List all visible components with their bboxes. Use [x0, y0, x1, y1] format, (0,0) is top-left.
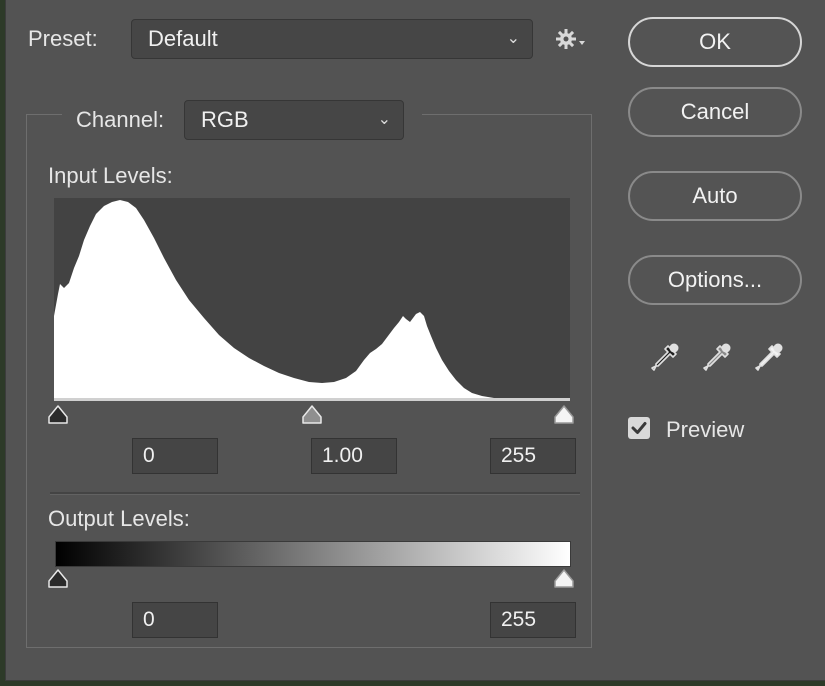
channel-label: Channel:	[76, 107, 165, 132]
section-divider	[50, 492, 580, 495]
ok-button[interactable]: OK	[628, 17, 802, 67]
gear-icon[interactable]	[556, 27, 592, 51]
output-white-field[interactable]: 255	[490, 602, 576, 638]
input-gamma-field[interactable]: 1.00	[311, 438, 397, 474]
histogram	[54, 198, 570, 401]
output-black-slider[interactable]	[47, 569, 69, 589]
preset-dropdown[interactable]: Default ⌄	[131, 19, 533, 59]
preview-checkbox[interactable]	[628, 417, 650, 439]
chevron-down-icon: ⌄	[506, 30, 520, 47]
input-white-slider[interactable]	[553, 405, 575, 425]
check-icon	[631, 422, 647, 434]
preset-value: Default	[148, 26, 218, 51]
eyedropper-gray-icon[interactable]	[700, 340, 734, 376]
output-levels-label: Output Levels:	[48, 506, 190, 531]
preview-label: Preview	[666, 417, 745, 442]
output-gradient-bar	[55, 541, 571, 567]
levels-dialog: Preset: Default ⌄ OK Cancel Auto Options…	[6, 0, 825, 680]
input-levels-label: Input Levels:	[48, 163, 173, 188]
options-button[interactable]: Options...	[628, 255, 802, 305]
input-black-slider[interactable]	[47, 405, 69, 425]
preset-label: Preset:	[28, 26, 98, 51]
eyedropper-black-icon[interactable]	[648, 340, 682, 376]
eyedropper-white-icon[interactable]	[752, 340, 786, 376]
channel-value: RGB	[201, 107, 249, 132]
output-black-field[interactable]: 0	[132, 602, 218, 638]
input-white-field[interactable]: 255	[490, 438, 576, 474]
auto-button[interactable]: Auto	[628, 171, 802, 221]
input-gamma-slider[interactable]	[301, 405, 323, 425]
input-black-field[interactable]: 0	[132, 438, 218, 474]
channel-dropdown[interactable]: RGB ⌄	[184, 100, 404, 140]
cancel-button[interactable]: Cancel	[628, 87, 802, 137]
chevron-down-icon: ⌄	[377, 111, 391, 128]
output-white-slider[interactable]	[553, 569, 575, 589]
